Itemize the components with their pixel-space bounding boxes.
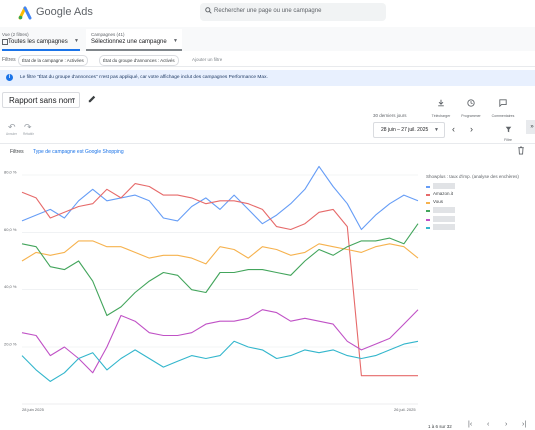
- chevron-down-icon: ▼: [434, 127, 439, 133]
- info-banner-text: Le filtre "État du groupe d'annonces" n'…: [20, 75, 268, 80]
- y-tick-label: 20,0 %: [4, 342, 17, 347]
- selector-bar: [0, 27, 535, 51]
- view-value: Toutes les campagnes: [8, 39, 68, 45]
- schedule-label: Programmer: [461, 114, 481, 118]
- first-page-icon[interactable]: |‹: [468, 421, 472, 428]
- download-button[interactable]: Télécharger: [428, 94, 454, 118]
- google-ads-logo-icon: [18, 6, 32, 20]
- redo-label: Rétablir: [23, 132, 34, 136]
- search-input[interactable]: Rechercher une page ou une campagne: [214, 8, 321, 14]
- legend-title: Showplus : taux d'imp. (analyse des ench…: [426, 174, 519, 179]
- view-selector[interactable]: Vue (2 filtres) Toutes les campagnes ▼: [2, 29, 80, 51]
- next-page-icon[interactable]: ›: [505, 421, 507, 428]
- filter-label: Filtre: [504, 138, 512, 142]
- download-label: Télécharger: [431, 114, 451, 118]
- campaigns-value: Sélectionnez une campagne: [91, 39, 167, 45]
- legend-swatch: [426, 202, 430, 204]
- undo-label: Annuler: [6, 132, 17, 136]
- comment-icon: [499, 99, 507, 108]
- view-caption: Vue (2 filtres): [2, 32, 29, 37]
- legend-label: Amazon.it: [433, 191, 454, 196]
- active-filter-label: Filtres: [10, 149, 24, 155]
- previous-period-icon[interactable]: ‹: [452, 124, 455, 134]
- expand-panel-icon[interactable]: »: [526, 120, 535, 134]
- schedule-icon: [467, 99, 475, 107]
- filter-button[interactable]: Filtre: [498, 120, 518, 142]
- date-range-value: 28 juin – 27 juil. 2025: [381, 127, 429, 133]
- line-chart: 80,0 % 60,0 % 40,0 % 20,0 %: [4, 165, 419, 405]
- report-name-dropdown[interactable]: Rapport sans nom ▼: [2, 92, 80, 108]
- report-name: Rapport sans nom: [9, 96, 75, 105]
- filters-label: Filtres: [2, 57, 16, 63]
- y-tick-label: 60,0 %: [4, 227, 17, 232]
- series-line-3: [21, 240, 419, 265]
- app-title: Google Ads: [36, 6, 93, 18]
- active-filter-value[interactable]: Type de campagne est Google Shopping: [33, 149, 124, 155]
- legend-label: Vous: [433, 199, 444, 204]
- divider: [0, 143, 535, 144]
- filter-icon: [505, 126, 511, 133]
- date-range-picker[interactable]: 28 juin – 27 juil. 2025 ▼: [373, 122, 445, 138]
- filter-chip-campaign-status[interactable]: État de la campagne : Activées: [18, 55, 88, 66]
- search-icon: [205, 7, 212, 14]
- comments-label: Commentaires: [491, 114, 515, 118]
- delete-icon[interactable]: [517, 146, 525, 155]
- legend-swatch: [426, 219, 430, 221]
- chevron-down-icon: ▼: [173, 38, 178, 44]
- legend-label-redacted: [433, 224, 455, 230]
- add-filter-button[interactable]: Ajouter un filtre: [192, 57, 222, 62]
- legend-swatch: [426, 227, 430, 229]
- previous-page-icon[interactable]: ‹: [487, 421, 489, 428]
- legend-label-redacted: [433, 183, 455, 189]
- series-line-1: [21, 165, 419, 231]
- next-period-icon[interactable]: ›: [470, 124, 473, 134]
- info-icon: i: [6, 74, 13, 81]
- edit-icon[interactable]: [88, 95, 96, 103]
- campaigns-caption: Campagnes (41): [91, 32, 125, 37]
- comments-button[interactable]: Commentaires: [490, 94, 516, 118]
- chevron-down-icon: ▼: [71, 97, 76, 103]
- legend-swatch: [426, 186, 430, 188]
- series-line-4: [21, 223, 419, 317]
- x-axis-end-label: 26 juil. 2025: [394, 407, 416, 412]
- x-axis-start-label: 28 juin 2025: [22, 407, 44, 412]
- filter-chip-adgroup-status[interactable]: État du groupe d'annonces : Activés: [99, 55, 179, 66]
- legend-label-redacted: [433, 207, 455, 213]
- y-tick-label: 80,0 %: [4, 170, 17, 175]
- period-caption: 30 derniers jours: [373, 113, 407, 118]
- download-icon: [438, 99, 444, 107]
- chevron-down-icon: ▼: [74, 38, 79, 44]
- y-tick-label: 40,0 %: [4, 284, 17, 289]
- legend-swatch: [426, 210, 430, 212]
- pagination-range: 1 à 6 sur 32: [428, 424, 452, 429]
- legend-label-redacted: [433, 216, 455, 222]
- campaign-selector[interactable]: Campagnes (41) Sélectionnez une campagne…: [86, 29, 182, 51]
- last-page-icon[interactable]: ›|: [522, 421, 526, 428]
- legend-swatch: [426, 194, 430, 196]
- schedule-button[interactable]: Programmer: [458, 94, 484, 118]
